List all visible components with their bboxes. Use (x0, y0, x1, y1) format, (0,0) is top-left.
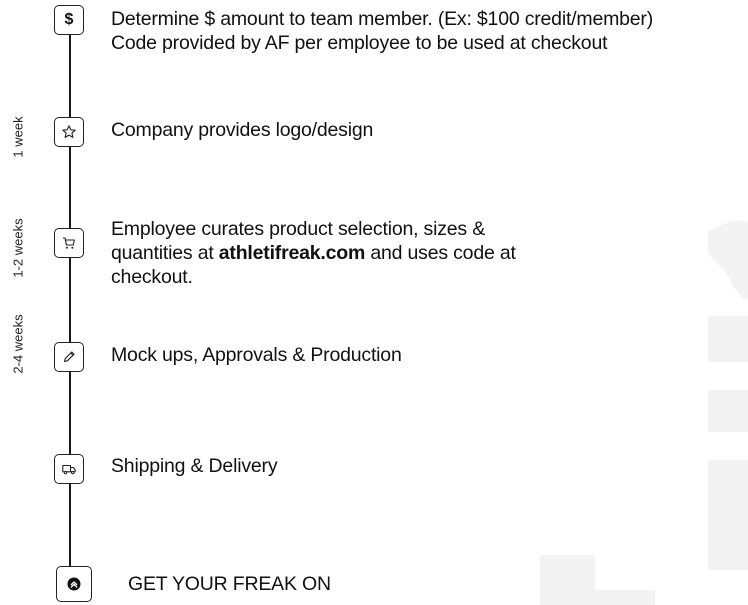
truck-icon (54, 454, 84, 484)
step-description: Employee curates product selection, size… (111, 218, 516, 288)
pencil-icon (54, 342, 84, 372)
duration-label: 2-4 weeks (10, 314, 26, 374)
dollar-icon: $ (54, 5, 84, 35)
timeline-line (69, 30, 71, 570)
background-watermark (540, 220, 748, 605)
chevrons-up-icon[interactable] (56, 566, 92, 602)
duration-label: 1-2 weeks (10, 218, 26, 278)
step-description: Shipping & Delivery (111, 455, 278, 477)
duration-label: 1 week (10, 116, 26, 158)
cart-icon (54, 228, 84, 258)
step-description: Determine $ amount to team member. (Ex: … (111, 8, 654, 54)
step-description: Company provides logo/design (111, 119, 374, 141)
step-description: Mock ups, Approvals & Production (111, 344, 402, 366)
star-icon (54, 117, 84, 147)
cta-label[interactable]: GET YOUR FREAK ON (128, 572, 331, 596)
website-link[interactable]: athletifreak.com (219, 242, 366, 264)
